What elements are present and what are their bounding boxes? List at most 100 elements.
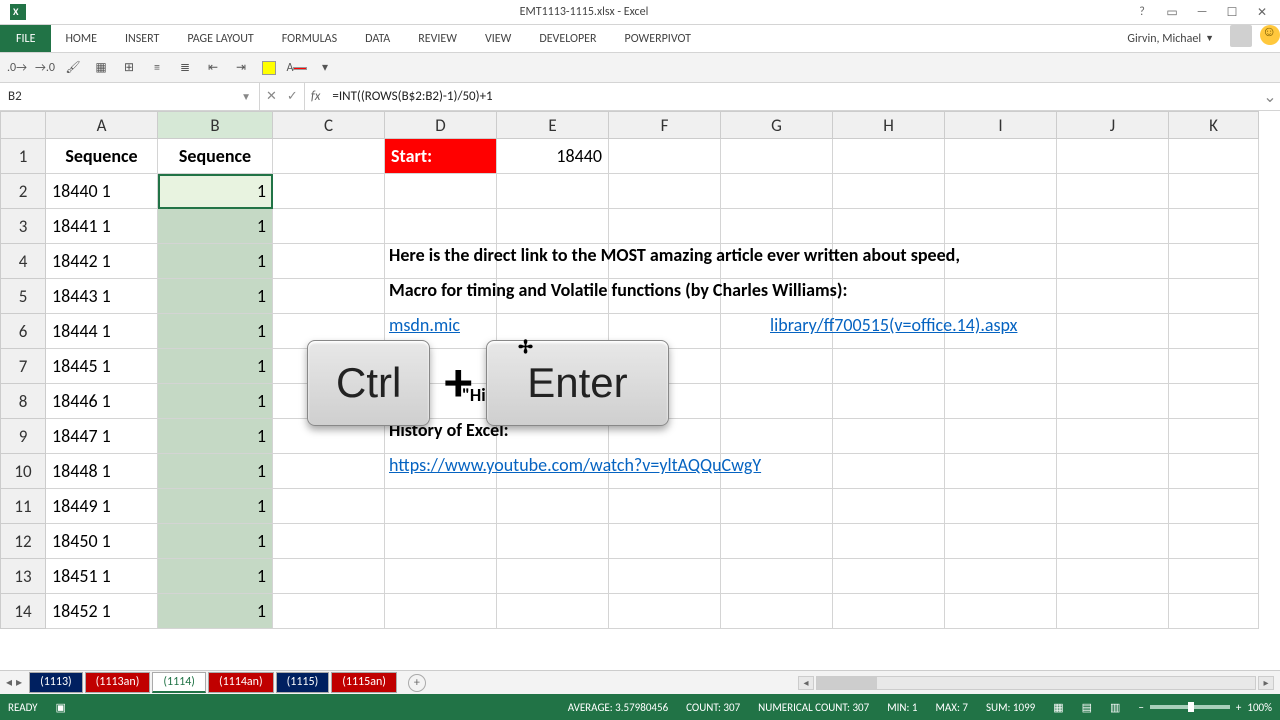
cell-G11[interactable] — [721, 489, 833, 524]
cell-K12[interactable] — [1169, 524, 1259, 559]
more-icon[interactable]: ▾ — [314, 57, 336, 79]
col-header-C[interactable]: C — [273, 111, 385, 139]
row-header[interactable]: 2 — [0, 174, 46, 209]
cell-H13[interactable] — [833, 559, 945, 594]
row-header[interactable]: 4 — [0, 244, 46, 279]
cell-J14[interactable] — [1057, 594, 1169, 629]
cell-B4[interactable]: 1 — [158, 244, 273, 279]
cell-I4[interactable] — [945, 244, 1057, 279]
avatar[interactable] — [1230, 25, 1252, 47]
cell-C3[interactable] — [273, 209, 385, 244]
cell-H11[interactable] — [833, 489, 945, 524]
tab-data[interactable]: DATA — [351, 25, 404, 52]
cell-A3[interactable]: 18441 1 — [46, 209, 158, 244]
tab-developer[interactable]: DEVELOPER — [525, 25, 610, 52]
cell-A1[interactable]: Sequence — [46, 139, 158, 174]
cell-B5[interactable]: 1 — [158, 279, 273, 314]
cell-C13[interactable] — [273, 559, 385, 594]
cell-C2[interactable] — [273, 174, 385, 209]
file-tab[interactable]: FILE — [0, 25, 51, 52]
font-color-icon[interactable]: A — [286, 57, 308, 79]
enter-formula-icon[interactable]: ✓ — [287, 89, 298, 104]
sheet-tab[interactable]: (1113an) — [85, 672, 151, 693]
cell-D3[interactable] — [385, 209, 497, 244]
borders-icon[interactable]: ▦ — [90, 57, 112, 79]
cell-K7[interactable] — [1169, 349, 1259, 384]
cell-J10[interactable] — [1057, 454, 1169, 489]
row-header[interactable]: 5 — [0, 279, 46, 314]
format-painter-icon[interactable]: 🖌 — [62, 57, 84, 79]
cell-J11[interactable] — [1057, 489, 1169, 524]
select-all-corner[interactable] — [0, 111, 46, 139]
formula-input[interactable]: =INT((ROWS(B$2:B2)-1)/50)+1 — [326, 89, 1260, 104]
cell-E2[interactable] — [497, 174, 609, 209]
cell-G7[interactable] — [721, 349, 833, 384]
minimize-icon[interactable]: — — [1192, 5, 1212, 19]
cell-F13[interactable] — [609, 559, 721, 594]
cell-A4[interactable]: 18442 1 — [46, 244, 158, 279]
cell-B6[interactable]: 1 — [158, 314, 273, 349]
cell-E12[interactable] — [497, 524, 609, 559]
tab-powerpivot[interactable]: POWERPIVOT — [611, 25, 705, 52]
cell-I1[interactable] — [945, 139, 1057, 174]
cell-G8[interactable] — [721, 384, 833, 419]
cell-C14[interactable] — [273, 594, 385, 629]
cell-A5[interactable]: 18443 1 — [46, 279, 158, 314]
cell-D10[interactable] — [385, 454, 497, 489]
row-header[interactable]: 9 — [0, 419, 46, 454]
user-name[interactable]: Girvin, Michael▼ — [1117, 25, 1224, 52]
maximize-icon[interactable]: ☐ — [1222, 5, 1242, 20]
cell-A7[interactable]: 18445 1 — [46, 349, 158, 384]
cell-J2[interactable] — [1057, 174, 1169, 209]
zoom-control[interactable]: − + 100% — [1138, 701, 1272, 714]
scroll-thumb[interactable] — [817, 677, 877, 689]
col-header-H[interactable]: H — [833, 111, 945, 139]
cell-H12[interactable] — [833, 524, 945, 559]
cell-A13[interactable]: 18451 1 — [46, 559, 158, 594]
zoom-out-icon[interactable]: − — [1138, 701, 1143, 714]
view-page-break-icon[interactable]: ▥ — [1110, 701, 1120, 714]
cell-K11[interactable] — [1169, 489, 1259, 524]
cell-K9[interactable] — [1169, 419, 1259, 454]
cell-C10[interactable] — [273, 454, 385, 489]
col-header-D[interactable]: D — [385, 111, 497, 139]
col-header-K[interactable]: K — [1169, 111, 1259, 139]
cell-E11[interactable] — [497, 489, 609, 524]
cell-A14[interactable]: 18452 1 — [46, 594, 158, 629]
row-header[interactable]: 3 — [0, 209, 46, 244]
cell-G2[interactable] — [721, 174, 833, 209]
cell-E3[interactable] — [497, 209, 609, 244]
cell-G1[interactable] — [721, 139, 833, 174]
cell-A10[interactable]: 18448 1 — [46, 454, 158, 489]
cell-G12[interactable] — [721, 524, 833, 559]
row-header[interactable]: 8 — [0, 384, 46, 419]
col-header-B[interactable]: B — [158, 111, 273, 139]
tab-page-layout[interactable]: PAGE LAYOUT — [173, 25, 267, 52]
cell-A11[interactable]: 18449 1 — [46, 489, 158, 524]
scroll-right-icon[interactable]: ▸ — [1258, 676, 1274, 690]
cell-H14[interactable] — [833, 594, 945, 629]
cell-I5[interactable] — [945, 279, 1057, 314]
cell-I6[interactable] — [945, 314, 1057, 349]
zoom-slider[interactable] — [1150, 705, 1230, 709]
cell-H1[interactable] — [833, 139, 945, 174]
zoom-level[interactable]: 100% — [1247, 701, 1272, 714]
formula-expand-icon[interactable]: ⌄ — [1260, 87, 1280, 107]
cell-K8[interactable] — [1169, 384, 1259, 419]
cell-F4[interactable] — [609, 244, 721, 279]
view-normal-icon[interactable]: ▦ — [1053, 701, 1063, 714]
cell-D5[interactable] — [385, 279, 497, 314]
cell-A8[interactable]: 18446 1 — [46, 384, 158, 419]
cell-G10[interactable] — [721, 454, 833, 489]
cancel-formula-icon[interactable]: ✕ — [266, 89, 277, 104]
row-header[interactable]: 11 — [0, 489, 46, 524]
col-header-I[interactable]: I — [945, 111, 1057, 139]
cell-J8[interactable] — [1057, 384, 1169, 419]
increase-indent-icon[interactable]: ⇥ — [230, 57, 252, 79]
cell-E14[interactable] — [497, 594, 609, 629]
sheet-tab[interactable]: (1114an) — [208, 672, 274, 693]
tab-insert[interactable]: INSERT — [111, 25, 173, 52]
view-page-layout-icon[interactable]: ▤ — [1082, 701, 1092, 714]
add-sheet-button[interactable]: + — [408, 674, 426, 692]
cell-J4[interactable] — [1057, 244, 1169, 279]
